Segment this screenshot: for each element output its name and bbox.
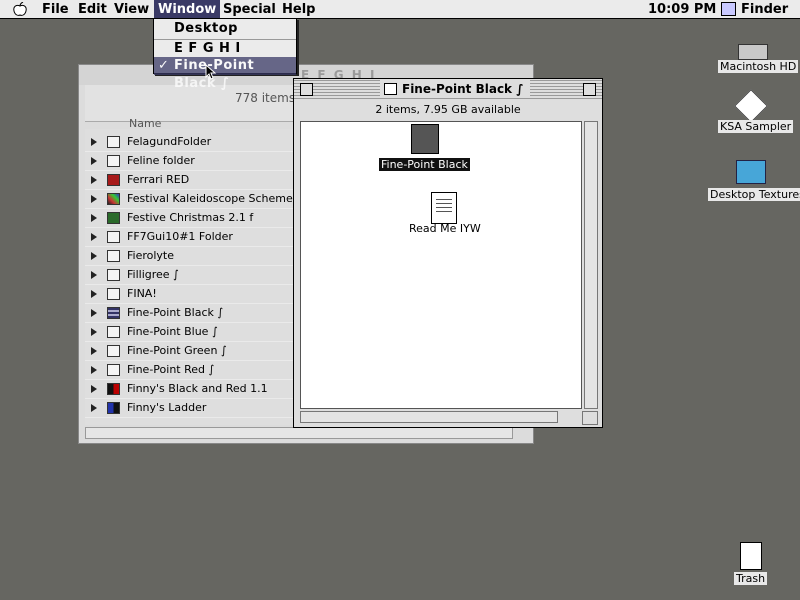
folder-icon: [107, 136, 120, 148]
disclosure-triangle-icon[interactable]: [91, 347, 97, 355]
list-item-label: Festival Kaleidoscope Scheme: [127, 192, 293, 205]
apple-menu-icon[interactable]: [12, 2, 28, 17]
finder-window-fine-point-black[interactable]: Fine-Point Black ∫ 2 items, 7.95 GB avai…: [293, 78, 603, 428]
close-box-icon[interactable]: [300, 83, 313, 96]
window-menu-dropdown: Desktop E F G H I ✓ Fine-Point Black ∫: [153, 18, 297, 91]
zoom-box-icon[interactable]: [583, 83, 596, 96]
christmas-folder-icon: [107, 212, 120, 224]
disclosure-triangle-icon[interactable]: [91, 214, 97, 222]
application-menu[interactable]: Finder: [741, 0, 788, 19]
window-menu-item-desktop[interactable]: Desktop: [154, 20, 296, 38]
disclosure-triangle-icon[interactable]: [91, 138, 97, 146]
folder-icon: [107, 364, 120, 376]
desktop-icon-desktop-textures[interactable]: Desktop Textures: [708, 156, 800, 202]
menu-file[interactable]: File: [38, 0, 73, 18]
menu-help[interactable]: Help: [278, 0, 319, 18]
list-item-label: FINA!: [127, 287, 157, 300]
list-item-label: Fine-Point Red ∫: [127, 363, 215, 376]
list-item-label: Filligree ∫: [127, 268, 179, 281]
desktop-icon-ksa-sampler[interactable]: KSA Sampler: [716, 89, 794, 134]
disclosure-triangle-icon[interactable]: [91, 385, 97, 393]
desktop-icon-label: Macintosh HD: [718, 60, 799, 73]
disclosure-triangle-icon[interactable]: [91, 176, 97, 184]
textures-folder-icon: [736, 160, 766, 184]
menu-bar: File Edit View Window Special Help 10:09…: [0, 0, 800, 19]
list-item-label: FelagundFolder: [127, 135, 212, 148]
black-red-folder-icon: [107, 383, 120, 395]
folder-icon: [107, 155, 120, 167]
folder-icon: [107, 345, 120, 357]
desktop-icon-trash[interactable]: Trash: [734, 540, 770, 586]
disclosure-triangle-icon[interactable]: [91, 252, 97, 260]
list-item-label: Festive Christmas 2.1 f: [127, 211, 254, 224]
list-item-label: Ferrari RED: [127, 173, 190, 186]
disclosure-triangle-icon[interactable]: [91, 271, 97, 279]
disclosure-triangle-icon[interactable]: [91, 309, 97, 317]
menu-window[interactable]: Window: [154, 0, 221, 18]
trash-icon: [740, 542, 762, 570]
window-menu-item-fine-point-black[interactable]: ✓ Fine-Point Black ∫: [154, 57, 296, 91]
desktop-icon-label: KSA Sampler: [718, 120, 794, 133]
checkmark-icon: ✓: [158, 58, 170, 73]
horizontal-scrollbar[interactable]: [300, 411, 558, 423]
disclosure-triangle-icon[interactable]: [91, 157, 97, 165]
window-title-bar[interactable]: Fine-Point Black ∫: [294, 79, 602, 99]
window-content: Fine-Point Black Read Me IYW: [300, 121, 582, 409]
pattern-folder-icon: [107, 307, 120, 319]
disclosure-triangle-icon[interactable]: [91, 195, 97, 203]
item-count: 778 items,: [235, 91, 299, 105]
disclosure-triangle-icon[interactable]: [91, 233, 97, 241]
window-menu-item-efghi[interactable]: E F G H I: [154, 40, 296, 58]
folder-icon: [107, 269, 120, 281]
list-item-label: Feline folder: [127, 154, 195, 167]
folder-icon: [107, 250, 120, 262]
cursor-icon: [205, 64, 217, 80]
fine-point-black-icon[interactable]: [411, 124, 439, 154]
disclosure-triangle-icon[interactable]: [91, 404, 97, 412]
menu-special[interactable]: Special: [219, 0, 280, 18]
desktop-icon-label: Trash: [734, 572, 768, 585]
disclosure-triangle-icon[interactable]: [91, 366, 97, 374]
folder-icon: [107, 288, 120, 300]
desktop-icon-macintosh-hd[interactable]: Macintosh HD: [718, 40, 799, 76]
folder-icon: [107, 326, 120, 338]
resize-grow-icon[interactable]: [582, 411, 598, 425]
folder-icon: [107, 231, 120, 243]
ladder-folder-icon: [107, 402, 120, 414]
menu-view[interactable]: View: [110, 0, 153, 18]
list-item-label: Fine-Point Green ∫: [127, 344, 227, 357]
hard-disk-icon: [738, 44, 768, 60]
finder-app-icon[interactable]: [721, 2, 736, 16]
list-item-label: FF7Gui10#1 Folder: [127, 230, 233, 243]
window-title-wrap: Fine-Point Black ∫: [380, 80, 530, 98]
list-item-label: Fine-Point Blue ∫: [127, 325, 218, 338]
document-icon[interactable]: [431, 192, 457, 224]
kaleidoscope-folder-icon: [107, 193, 120, 205]
list-item-label: Finny's Ladder: [127, 401, 207, 414]
file-label[interactable]: Read Me IYW: [409, 222, 481, 235]
menu-edit[interactable]: Edit: [74, 0, 111, 18]
list-item-label: Fine-Point Black ∫: [127, 306, 224, 319]
desktop-icon-label: Desktop Textures: [708, 188, 800, 201]
file-label[interactable]: Fine-Point Black: [379, 158, 470, 171]
list-item-label: Fierolyte: [127, 249, 175, 262]
ferrari-folder-icon: [107, 174, 120, 186]
horizontal-scrollbar[interactable]: [85, 427, 513, 439]
disclosure-triangle-icon[interactable]: [91, 328, 97, 336]
window-title: Fine-Point Black ∫: [402, 82, 524, 96]
list-item-label: Finny's Black and Red 1.1: [127, 382, 268, 395]
vertical-scrollbar[interactable]: [584, 121, 598, 409]
disclosure-triangle-icon[interactable]: [91, 290, 97, 298]
menu-clock[interactable]: 10:09 PM: [648, 0, 716, 19]
ksa-sampler-icon: [734, 89, 768, 123]
folder-icon: [384, 83, 397, 95]
window-info: 2 items, 7.95 GB available: [375, 103, 521, 116]
